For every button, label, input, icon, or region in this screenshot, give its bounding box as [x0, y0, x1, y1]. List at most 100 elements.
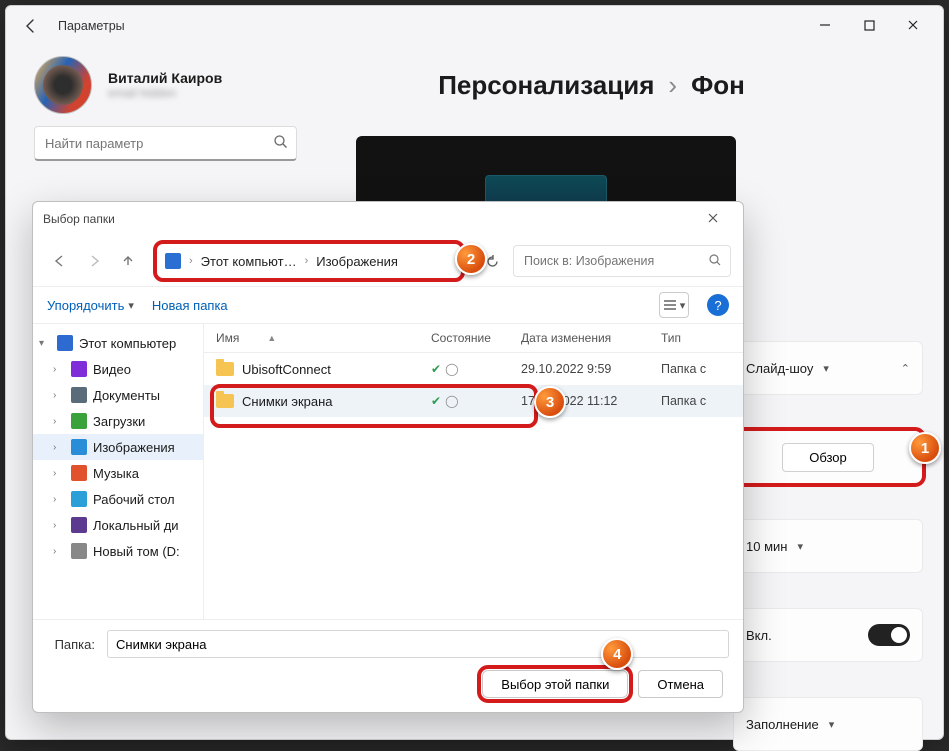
- minimize-icon: [819, 19, 831, 34]
- tree-item-desktop[interactable]: ›Рабочий стол: [33, 486, 203, 512]
- interval-card: 10 мин ▾: [733, 519, 923, 573]
- music-icon: [71, 465, 87, 481]
- dialog-button-row: Выбор этой папки 4 Отмена: [47, 670, 729, 698]
- col-state[interactable]: Состояние: [431, 331, 521, 345]
- help-icon: ?: [714, 298, 721, 313]
- nav-up-button[interactable]: [113, 246, 143, 276]
- tree-item-this-pc[interactable]: ▾Этот компьютер: [33, 330, 203, 356]
- mode-dropdown[interactable]: Слайд-шоу ▾: [746, 361, 829, 376]
- chevron-down-icon: ▾: [680, 299, 686, 312]
- col-type[interactable]: Тип: [661, 331, 731, 345]
- folder-label: Папка:: [47, 637, 95, 652]
- browse-card-wrapper: Обзор 1: [733, 430, 923, 484]
- file-list-header[interactable]: Имя ▲ Состояние Дата изменения Тип: [204, 324, 743, 353]
- chevron-right-icon: ›: [53, 494, 65, 505]
- window-close-button[interactable]: [891, 9, 935, 43]
- tree-item-music[interactable]: ›Музыка: [33, 460, 203, 486]
- sort-asc-icon: ▲: [267, 333, 276, 343]
- folder-input[interactable]: [107, 630, 729, 658]
- tree-item-local-disk[interactable]: ›Локальный ди: [33, 512, 203, 538]
- crumb-leaf[interactable]: Изображения: [316, 254, 398, 269]
- breadcrumb-section[interactable]: Персонализация: [438, 70, 654, 101]
- video-icon: [71, 361, 87, 377]
- tree-item-downloads[interactable]: ›Загрузки: [33, 408, 203, 434]
- dialog-search[interactable]: [513, 245, 731, 277]
- cancel-button[interactable]: Отмена: [638, 670, 723, 698]
- crumb-root[interactable]: Этот компьют…: [201, 254, 297, 269]
- drive-icon: [71, 543, 87, 559]
- settings-window: Параметры Виталий Каиров email hidden Пе…: [5, 5, 944, 740]
- pc-icon: [165, 253, 181, 269]
- chevron-right-icon: ›: [53, 364, 65, 375]
- new-folder-button[interactable]: Новая папка: [152, 298, 228, 313]
- chevron-down-icon: ▾: [829, 718, 835, 731]
- chevron-right-icon: ›: [53, 416, 65, 427]
- avatar[interactable]: [34, 56, 92, 114]
- drive-icon: [71, 517, 87, 533]
- view-mode-button[interactable]: ▾: [659, 292, 689, 318]
- chevron-right-icon: ›: [53, 520, 65, 531]
- dialog-close-button[interactable]: [693, 204, 733, 234]
- arrow-left-icon: [23, 18, 39, 34]
- nav-back-button[interactable]: [45, 246, 75, 276]
- dialog-titlebar: Выбор папки: [33, 202, 743, 236]
- toggle-label: Вкл.: [746, 628, 772, 643]
- file-list: Имя ▲ Состояние Дата изменения Тип Ubisof…: [204, 324, 743, 619]
- tree-item-images[interactable]: ›Изображения: [33, 434, 203, 460]
- close-icon: [907, 19, 919, 34]
- search-box[interactable]: [34, 126, 297, 161]
- chevron-down-icon: ▾: [823, 362, 829, 375]
- search-icon: [273, 134, 288, 152]
- callout-3: 3: [534, 386, 566, 418]
- nav-forward-button[interactable]: [79, 246, 109, 276]
- fit-value: Заполнение: [746, 717, 819, 732]
- help-button[interactable]: ?: [707, 294, 729, 316]
- window-maximize-button[interactable]: [847, 9, 891, 43]
- dialog-footer: Папка: Выбор этой папки 4 Отмена: [33, 619, 743, 712]
- chevron-right-icon: ›: [53, 546, 65, 557]
- path-crumbs[interactable]: › Этот компьют… › Изображения: [153, 240, 465, 282]
- file-row[interactable]: Снимки экрана ✔ ◯ 17.12.2022 11:12 Папка…: [204, 385, 743, 417]
- chevron-right-icon: ›: [53, 468, 65, 479]
- search-input[interactable]: [43, 135, 273, 152]
- mode-value: Слайд-шоу: [746, 361, 813, 376]
- window-title: Параметры: [58, 19, 125, 33]
- callout-4: 4: [601, 638, 633, 670]
- choose-folder-button[interactable]: Выбор этой папки: [482, 670, 628, 698]
- window-titlebar: Параметры: [6, 6, 943, 46]
- dialog-body: ▾Этот компьютер ›Видео ›Документы ›Загру…: [33, 324, 743, 619]
- profile-block[interactable]: Виталий Каиров email hidden: [108, 70, 222, 100]
- pc-icon: [57, 335, 73, 351]
- tree-item-video[interactable]: ›Видео: [33, 356, 203, 382]
- organize-menu[interactable]: Упорядочить ▾: [47, 298, 134, 313]
- back-button[interactable]: [14, 9, 48, 43]
- folder-picker-dialog: Выбор папки › Этот компьют… › Изображени…: [32, 201, 744, 713]
- chevron-up-icon[interactable]: ⌃: [901, 362, 910, 375]
- dialog-search-input[interactable]: [522, 253, 708, 269]
- profile-name: Виталий Каиров: [108, 70, 222, 86]
- window-minimize-button[interactable]: [803, 9, 847, 43]
- folder-tree[interactable]: ▾Этот компьютер ›Видео ›Документы ›Загру…: [33, 324, 204, 619]
- search-icon: [708, 253, 722, 270]
- interval-dropdown[interactable]: 10 мин ▾: [746, 539, 803, 554]
- chevron-down-icon: ▾: [39, 338, 51, 349]
- folder-icon: [216, 362, 234, 376]
- fit-dropdown[interactable]: Заполнение ▾: [746, 717, 834, 732]
- browse-button[interactable]: Обзор: [782, 443, 874, 472]
- browse-card: Обзор: [733, 430, 923, 484]
- chevron-down-icon: ▾: [128, 299, 134, 312]
- folder-icon: [216, 394, 234, 408]
- toggle-switch[interactable]: [868, 624, 910, 646]
- sync-ok-icon: ✔ ◯: [431, 362, 521, 376]
- col-date[interactable]: Дата изменения: [521, 331, 661, 345]
- tree-item-documents[interactable]: ›Документы: [33, 382, 203, 408]
- chevron-right-icon: ›: [53, 390, 65, 401]
- chevron-right-icon: ›: [53, 442, 65, 453]
- tree-item-new-volume[interactable]: ›Новый том (D:: [33, 538, 203, 564]
- col-name[interactable]: Имя: [216, 331, 239, 345]
- images-icon: [71, 439, 87, 455]
- dialog-title: Выбор папки: [43, 212, 115, 226]
- toggle-card: Вкл.: [733, 608, 923, 662]
- desktop-icon: [71, 491, 87, 507]
- file-row[interactable]: UbisoftConnect ✔ ◯ 29.10.2022 9:59 Папка…: [204, 353, 743, 385]
